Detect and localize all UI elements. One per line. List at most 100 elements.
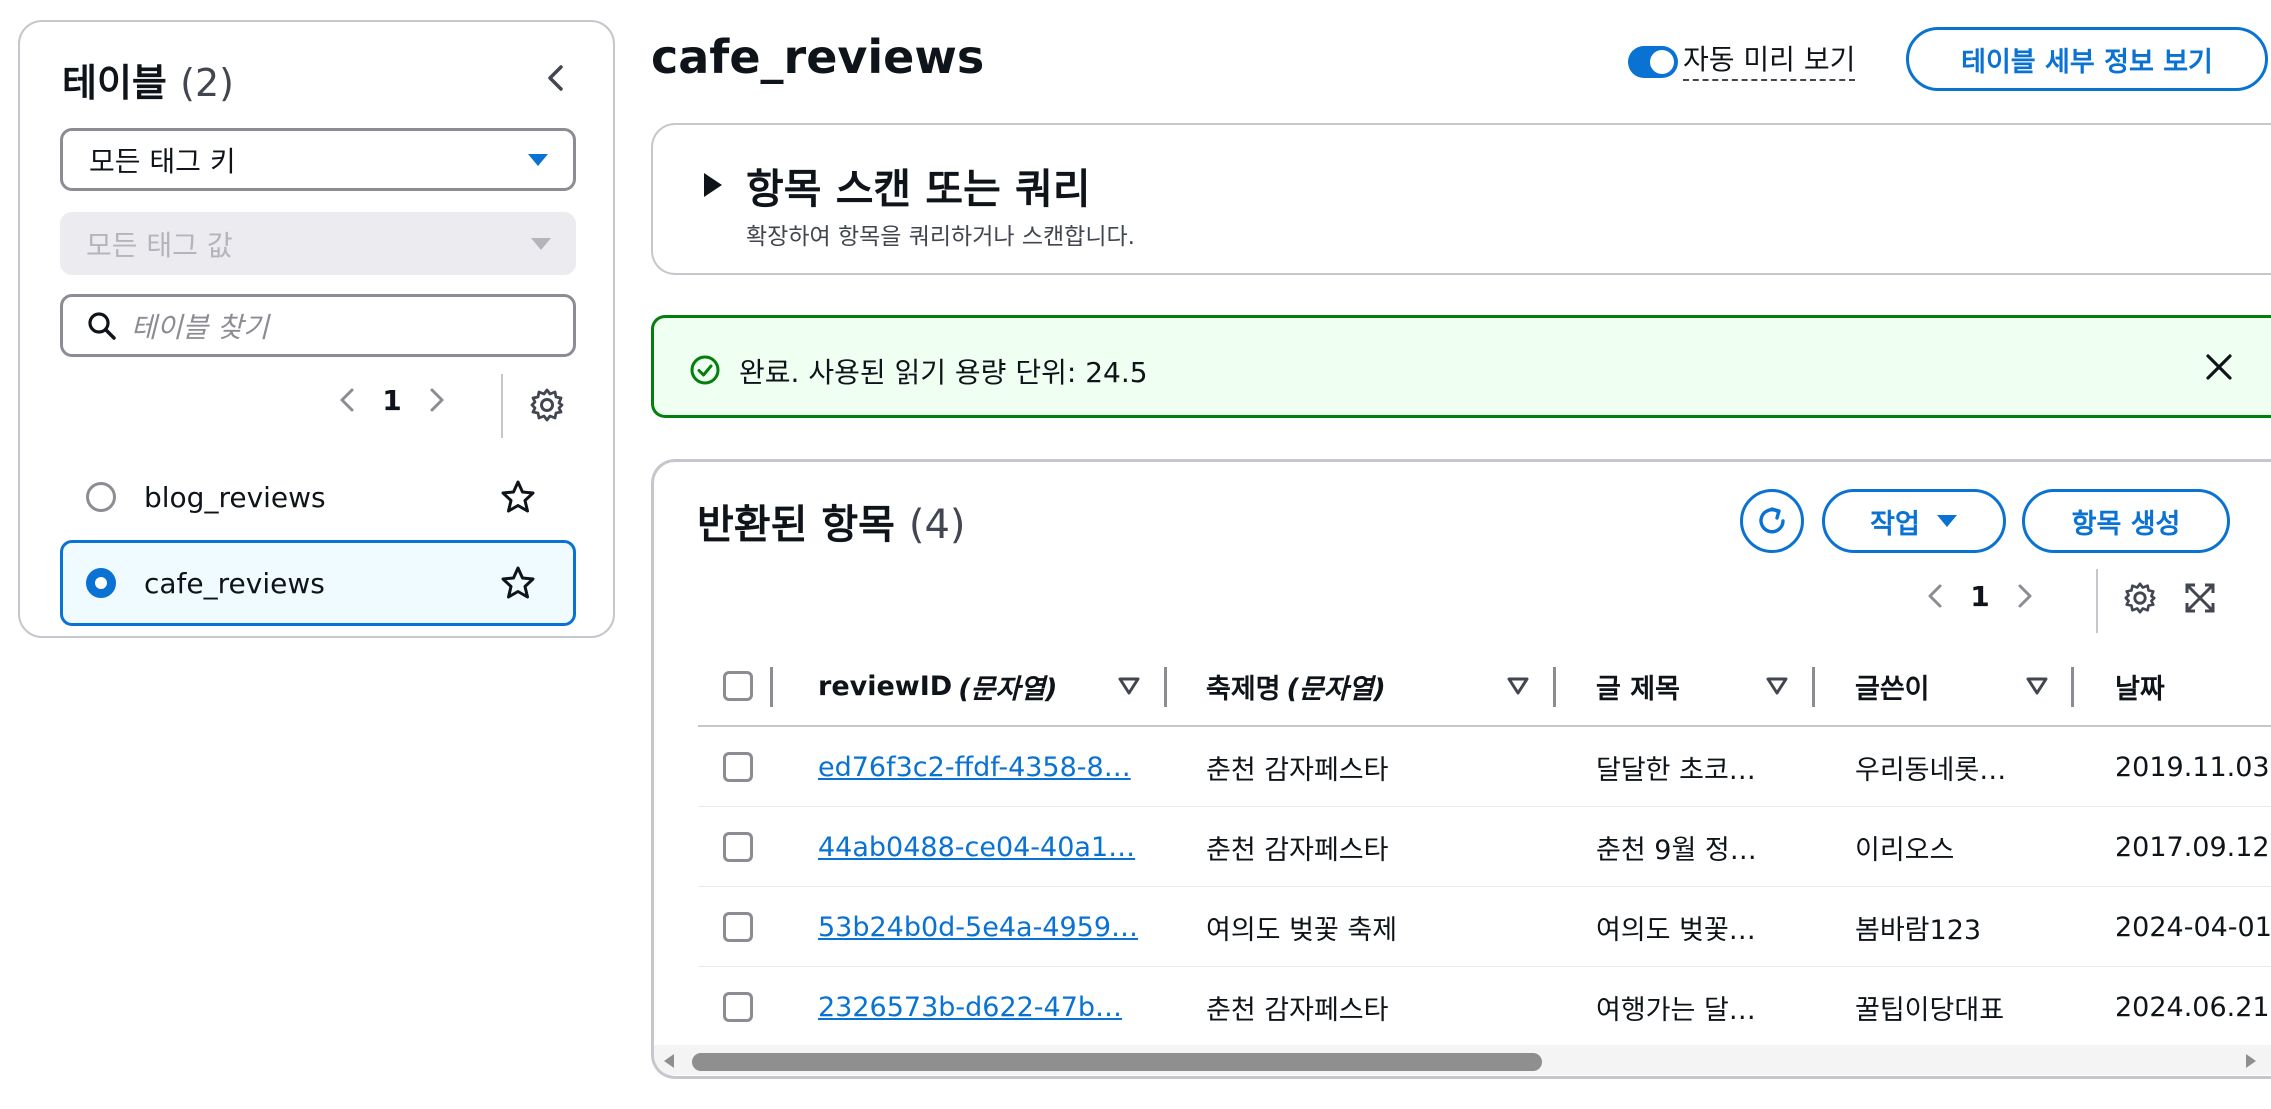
tag-value-select: 모든 태그 값	[60, 212, 576, 275]
table-row: 2326573b-d622-47b… 춘천 감자페스타 여행가는 달… 꿀팁이당…	[698, 967, 2271, 1047]
author-cell: 꿀팁이당대표	[1855, 994, 2005, 1026]
tables-sidebar: 테이블 (2) 모든 태그 키 모든 태그 값 테이블 찾기 1 blog_re…	[18, 20, 615, 638]
previous-page-icon[interactable]	[330, 382, 366, 418]
column-name: reviewID	[818, 670, 953, 702]
next-page-icon[interactable]	[418, 382, 454, 418]
sidebar-current-page[interactable]: 1	[372, 384, 412, 417]
tag-key-select-value: 모든 태그 키	[89, 144, 236, 178]
actions-button[interactable]: 작업	[1822, 489, 2006, 553]
author-cell: 봄바람123	[1855, 914, 1982, 946]
view-table-details-button[interactable]: 테이블 세부 정보 보기	[1906, 27, 2268, 91]
scan-query-panel[interactable]: 항목 스캔 또는 쿼리 확장하여 항목을 쿼리하거나 스캔합니다.	[651, 123, 2271, 275]
scan-query-description: 확장하여 항목을 쿼리하거나 스캔합니다.	[746, 224, 1135, 250]
scrollbar-thumb[interactable]	[692, 1053, 1542, 1071]
fullscreen-icon[interactable]	[2184, 582, 2216, 614]
column-divider[interactable]	[2071, 667, 2074, 707]
date-cell: 2019.11.03.	[2115, 751, 2271, 783]
scroll-left-icon[interactable]	[662, 1053, 676, 1069]
table-search-placeholder: 테이블 찾기	[131, 310, 269, 344]
auto-preview-label[interactable]: 자동 미리 보기	[1683, 38, 1856, 81]
actions-label: 작업	[1870, 508, 1920, 540]
review-id-link[interactable]: 53b24b0d-5e4a-4959…	[818, 887, 1138, 967]
horizontal-scrollbar[interactable]	[654, 1045, 2271, 1075]
tag-value-select-value: 모든 태그 값	[86, 228, 233, 262]
items-table: reviewID (문자열) 축제명 (문자열) 글 제목 글쓴이 날짜 ed7…	[698, 647, 2271, 1047]
title-cell: 여의도 벚꽃…	[1596, 914, 1756, 946]
festival-cell: 춘천 감자페스타	[1206, 754, 1389, 786]
success-check-icon	[690, 355, 720, 385]
column-header-title[interactable]: 글 제목	[1596, 647, 1680, 725]
table-name: blog_reviews	[144, 480, 326, 514]
festival-cell: 춘천 감자페스타	[1206, 994, 1389, 1026]
sort-icon[interactable]	[1505, 673, 1531, 699]
sidebar-pagination: 1	[330, 382, 454, 418]
scan-query-title[interactable]: 항목 스캔 또는 쿼리	[746, 155, 1091, 215]
festival-cell: 춘천 감자페스타	[1206, 834, 1389, 866]
sort-icon[interactable]	[1764, 673, 1790, 699]
column-header-festival[interactable]: 축제명 (문자열)	[1206, 647, 1386, 725]
title-cell: 달달한 초코…	[1596, 754, 1756, 786]
star-icon[interactable]	[500, 479, 536, 515]
column-type: (문자열)	[958, 673, 1058, 705]
success-flash: 완료. 사용된 읽기 용량 단위: 24.5	[651, 315, 2271, 418]
column-divider	[770, 667, 773, 707]
auto-preview-toggle[interactable]	[1628, 46, 1678, 78]
row-checkbox[interactable]	[723, 752, 753, 782]
flash-message: 완료. 사용된 읽기 용량 단위: 24.5	[739, 356, 1148, 389]
items-title: 반환된 항목 (4)	[697, 492, 966, 550]
row-checkbox[interactable]	[723, 912, 753, 942]
review-id-link[interactable]: 44ab0488-ce04-40a1…	[818, 807, 1138, 887]
preferences-gear-icon[interactable]	[2122, 580, 2158, 616]
scroll-right-icon[interactable]	[2244, 1053, 2258, 1069]
author-cell: 이리오스	[1855, 834, 1955, 866]
date-cell: 2024-04-01	[2115, 911, 2271, 943]
column-divider[interactable]	[1164, 667, 1167, 707]
column-name: 축제명	[1206, 673, 1281, 705]
create-item-button[interactable]: 항목 생성	[2022, 489, 2230, 553]
row-checkbox[interactable]	[723, 992, 753, 1022]
tag-key-select[interactable]: 모든 태그 키	[60, 128, 576, 191]
review-id-link[interactable]: 2326573b-d622-47b…	[818, 967, 1138, 1047]
select-all-checkbox[interactable]	[723, 671, 753, 701]
collapse-sidebar-button[interactable]	[536, 58, 576, 98]
table-radio-selected[interactable]	[86, 568, 116, 598]
preferences-gear-icon[interactable]	[528, 386, 566, 424]
refresh-icon	[1759, 507, 1785, 534]
table-row: 44ab0488-ce04-40a1… 춘천 감자페스타 춘천 9월 정… 이리…	[698, 807, 2271, 887]
close-icon[interactable]	[2202, 350, 2236, 384]
column-type: (문자열)	[1286, 673, 1386, 705]
refresh-button[interactable]	[1740, 489, 1804, 553]
column-header-author[interactable]: 글쓴이	[1855, 647, 1930, 725]
review-id-link[interactable]: ed76f3c2-ffdf-4358-8…	[818, 727, 1138, 807]
column-header-reviewid[interactable]: reviewID (문자열)	[818, 647, 1057, 725]
items-title-label: 반환된 항목	[697, 502, 895, 548]
sort-icon[interactable]	[1116, 673, 1142, 699]
returned-items-panel: 반환된 항목 (4) 작업 항목 생성 1 reviewID (문자열) 축제명…	[651, 459, 2271, 1079]
column-divider[interactable]	[1553, 667, 1556, 707]
column-name: 글 제목	[1596, 673, 1680, 705]
caret-down-icon	[531, 237, 551, 250]
column-divider[interactable]	[1812, 667, 1815, 707]
view-table-details-label: 테이블 세부 정보 보기	[1961, 46, 2213, 78]
expand-triangle-icon[interactable]	[701, 171, 725, 199]
table-list-item-selected[interactable]: cafe_reviews	[60, 540, 576, 626]
column-header-date[interactable]: 날짜	[2115, 647, 2165, 725]
table-row: 53b24b0d-5e4a-4959… 여의도 벚꽃 축제 여의도 벚꽃… 봄바…	[698, 887, 2271, 967]
date-cell: 2024.06.21.	[2115, 991, 2271, 1023]
items-pagination: 1	[1918, 578, 2042, 614]
table-radio[interactable]	[86, 482, 116, 512]
next-page-icon[interactable]	[2006, 578, 2042, 614]
title-cell: 여행가는 달…	[1596, 994, 1756, 1026]
table-search-input[interactable]: 테이블 찾기	[60, 294, 576, 357]
items-current-page[interactable]: 1	[1960, 580, 2000, 613]
row-checkbox[interactable]	[723, 832, 753, 862]
page-title: cafe_reviews	[651, 30, 985, 84]
sort-icon[interactable]	[2024, 673, 2050, 699]
table-list-item[interactable]: blog_reviews	[60, 454, 576, 540]
create-item-label: 항목 생성	[2071, 508, 2181, 540]
festival-cell: 여의도 벚꽃 축제	[1206, 914, 1398, 946]
author-cell: 우리동네롯…	[1855, 754, 2007, 786]
search-icon	[88, 311, 116, 340]
star-icon[interactable]	[500, 565, 536, 601]
previous-page-icon[interactable]	[1918, 578, 1954, 614]
